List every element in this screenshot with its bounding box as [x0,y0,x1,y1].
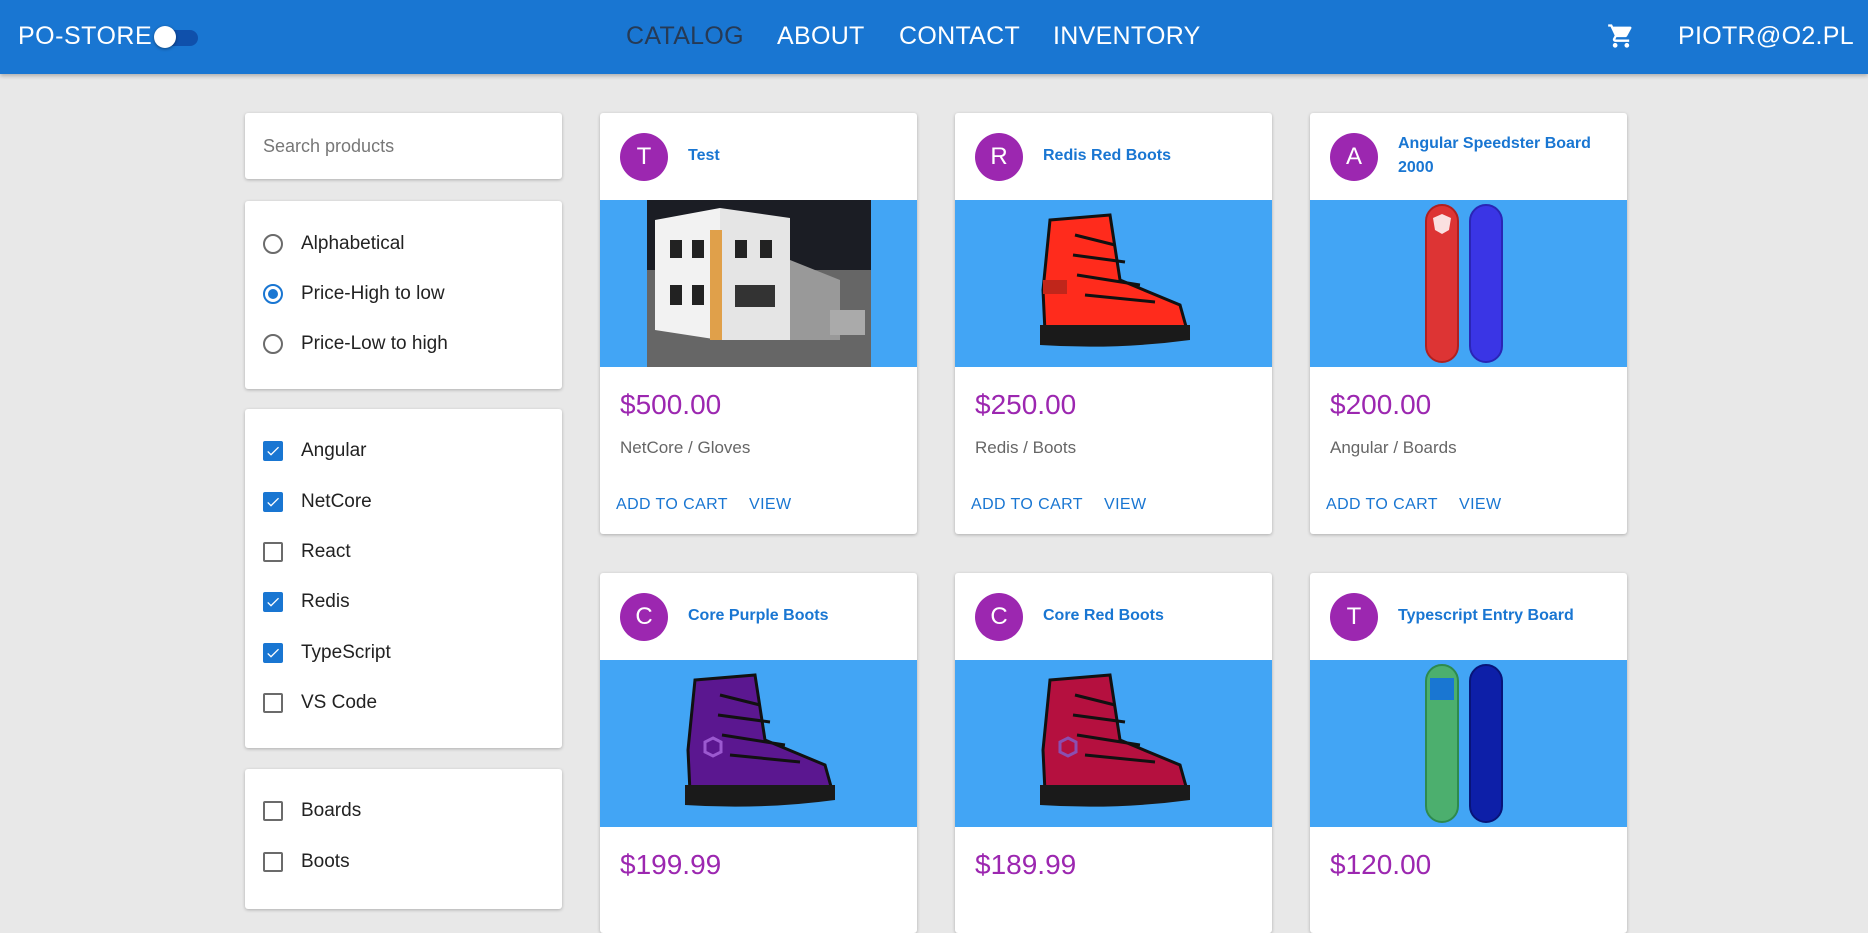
product-title[interactable]: Angular Speedster Board 2000 [1398,132,1613,180]
nav-catalog[interactable]: CATALOG [626,22,744,51]
checkbox-checked[interactable] [263,643,283,663]
add-to-cart-button[interactable]: ADD TO CART [1326,496,1438,514]
avatar: A [1330,133,1378,181]
filter-label: VS Code [301,692,378,713]
filter-boards[interactable]: Boards [263,796,361,826]
radio-button-selected[interactable] [263,284,283,304]
search-input[interactable] [261,135,545,158]
product-title[interactable]: Test [688,144,903,168]
filter-label: Redis [301,591,350,612]
shopping-cart-icon[interactable] [1607,22,1635,50]
sort-option-label: Price-High to low [301,283,445,304]
product-image [955,660,1272,827]
product-price: $189.99 [975,849,1077,880]
nav-contact[interactable]: CONTACT [899,22,1020,51]
filter-label: TypeScript [301,642,391,663]
checkbox-checked[interactable] [263,492,283,512]
product-image [600,200,917,367]
building-photo [647,200,871,367]
product-price: $120.00 [1330,849,1432,880]
user-account[interactable]: PIOTR@O2.PL [1678,22,1854,51]
avatar: C [975,593,1023,641]
snowboard-image [1425,204,1503,363]
product-price: $500.00 [620,389,722,420]
red-boot-image [1040,213,1190,347]
product-image [955,200,1272,367]
search-panel [245,113,562,179]
add-to-cart-button[interactable]: ADD TO CART [971,496,1083,514]
brand-title[interactable]: PO-STORE [18,22,152,51]
filter-vscode[interactable]: VS Code [263,688,377,718]
sort-price-high-low[interactable]: Price-High to low [263,279,445,309]
sort-alphabetical[interactable]: Alphabetical [263,229,405,259]
toggle-thumb [154,26,176,48]
nav-about[interactable]: ABOUT [777,22,865,51]
filter-label: Boots [301,851,350,872]
radio-button[interactable] [263,234,283,254]
product-card: A Angular Speedster Board 2000 $200.00 A… [1310,113,1627,534]
nav-inventory[interactable]: INVENTORY [1053,22,1201,51]
avatar: T [1330,593,1378,641]
brand-filter-panel: Angular NetCore React Redis TypeScript V… [245,409,562,748]
product-image [600,660,917,827]
checkbox-checked[interactable] [263,592,283,612]
product-price: $200.00 [1330,389,1432,420]
product-category: Angular / Boards [1330,438,1457,457]
theme-toggle[interactable] [154,26,200,48]
snowboard-image [1425,664,1503,823]
product-category: NetCore / Gloves [620,438,751,457]
purple-boot-image [685,673,835,807]
avatar: R [975,133,1023,181]
product-image [1310,200,1627,367]
filter-label: Boards [301,800,362,821]
filter-angular[interactable]: Angular [263,436,367,466]
filter-label: Angular [301,440,367,461]
checkbox[interactable] [263,801,283,821]
product-card: T Typescript Entry Board $120.00 [1310,573,1627,933]
filter-boots[interactable]: Boots [263,847,350,877]
view-button[interactable]: VIEW [749,496,792,514]
product-card: C Core Purple Boots $199.99 [600,573,917,933]
filter-typescript[interactable]: TypeScript [263,638,391,668]
crimson-boot-image [1040,673,1190,807]
sort-panel: Alphabetical Price-High to low Price-Low… [245,201,562,389]
sort-price-low-high[interactable]: Price-Low to high [263,329,448,359]
app-bar: PO-STORE CATALOG ABOUT CONTACT INVENTORY… [0,0,1868,74]
view-button[interactable]: VIEW [1104,496,1147,514]
product-title[interactable]: Core Red Boots [1043,604,1258,628]
product-title[interactable]: Typescript Entry Board [1398,604,1613,628]
checkbox[interactable] [263,852,283,872]
filter-netcore[interactable]: NetCore [263,487,372,517]
product-image [1310,660,1627,827]
filter-label: React [301,541,351,562]
type-filter-panel: Boards Boots [245,769,562,909]
product-price: $199.99 [620,849,722,880]
view-button[interactable]: VIEW [1459,496,1502,514]
sort-option-label: Alphabetical [301,233,405,254]
filter-redis[interactable]: Redis [263,587,350,617]
avatar: T [620,133,668,181]
product-price: $250.00 [975,389,1077,420]
avatar: C [620,593,668,641]
sort-option-label: Price-Low to high [301,333,448,354]
checkbox-checked[interactable] [263,441,283,461]
radio-button[interactable] [263,334,283,354]
filter-react[interactable]: React [263,537,351,567]
product-title[interactable]: Redis Red Boots [1043,144,1258,168]
filter-label: NetCore [301,491,372,512]
checkbox[interactable] [263,693,283,713]
product-title[interactable]: Core Purple Boots [688,604,903,628]
checkbox[interactable] [263,542,283,562]
product-card: T Test $500.00 NetCore / Gloves ADD TO C… [600,113,917,534]
add-to-cart-button[interactable]: ADD TO CART [616,496,728,514]
product-card: C Core Red Boots $189.99 [955,573,1272,933]
product-card: R Redis Red Boots $250.00 Redis / Boots … [955,113,1272,534]
product-category: Redis / Boots [975,438,1077,457]
